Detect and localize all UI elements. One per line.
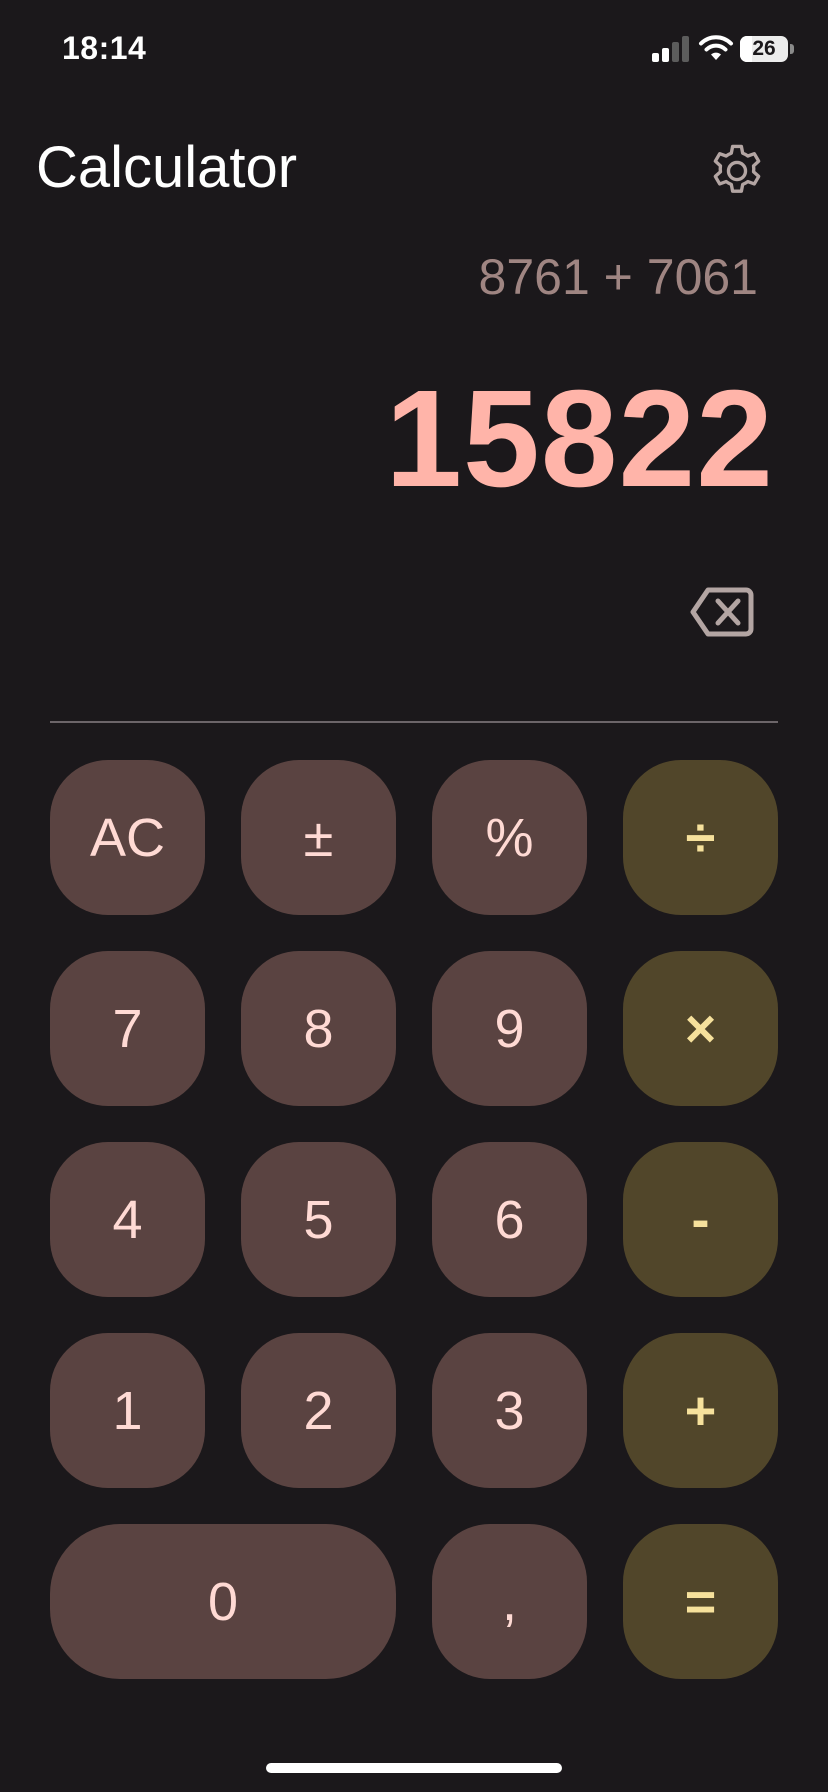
status-time: 18:14 — [62, 30, 147, 66]
key-equals[interactable]: = — [623, 1524, 778, 1679]
display-divider — [50, 721, 778, 723]
key-8[interactable]: 8 — [241, 951, 396, 1106]
key-plus-minus[interactable]: ± — [241, 760, 396, 915]
status-bar: 18:14 26 — [0, 0, 828, 100]
key-add[interactable]: + — [623, 1333, 778, 1488]
battery-cap — [790, 44, 794, 54]
key-divide[interactable]: ÷ — [623, 760, 778, 915]
key-3[interactable]: 3 — [432, 1333, 587, 1488]
page-title: Calculator — [36, 135, 298, 200]
cellular-signal-icon — [652, 36, 689, 62]
home-indicator[interactable] — [266, 1763, 562, 1773]
result-display: 15822 — [385, 362, 774, 516]
expression-display: 8761 + 7061 — [478, 249, 758, 305]
key-5[interactable]: 5 — [241, 1142, 396, 1297]
battery-percent: 26 — [752, 37, 776, 60]
gear-icon[interactable] — [706, 140, 768, 202]
wifi-icon — [699, 35, 733, 60]
key-decimal-comma[interactable]: , — [432, 1524, 587, 1679]
key-0[interactable]: 0 — [50, 1524, 396, 1679]
key-1[interactable]: 1 — [50, 1333, 205, 1488]
key-7[interactable]: 7 — [50, 951, 205, 1106]
key-2[interactable]: 2 — [241, 1333, 396, 1488]
key-9[interactable]: 9 — [432, 951, 587, 1106]
key-all-clear[interactable]: AC — [50, 760, 205, 915]
key-4[interactable]: 4 — [50, 1142, 205, 1297]
key-6[interactable]: 6 — [432, 1142, 587, 1297]
key-multiply[interactable]: × — [623, 951, 778, 1106]
key-subtract[interactable]: - — [623, 1142, 778, 1297]
backspace-icon[interactable] — [690, 586, 754, 638]
calculator-screen: 18:14 26 Calculator 8761 + 7061 15822 AC… — [0, 0, 828, 1792]
key-percent[interactable]: % — [432, 760, 587, 915]
battery-icon: 26 — [740, 36, 794, 62]
